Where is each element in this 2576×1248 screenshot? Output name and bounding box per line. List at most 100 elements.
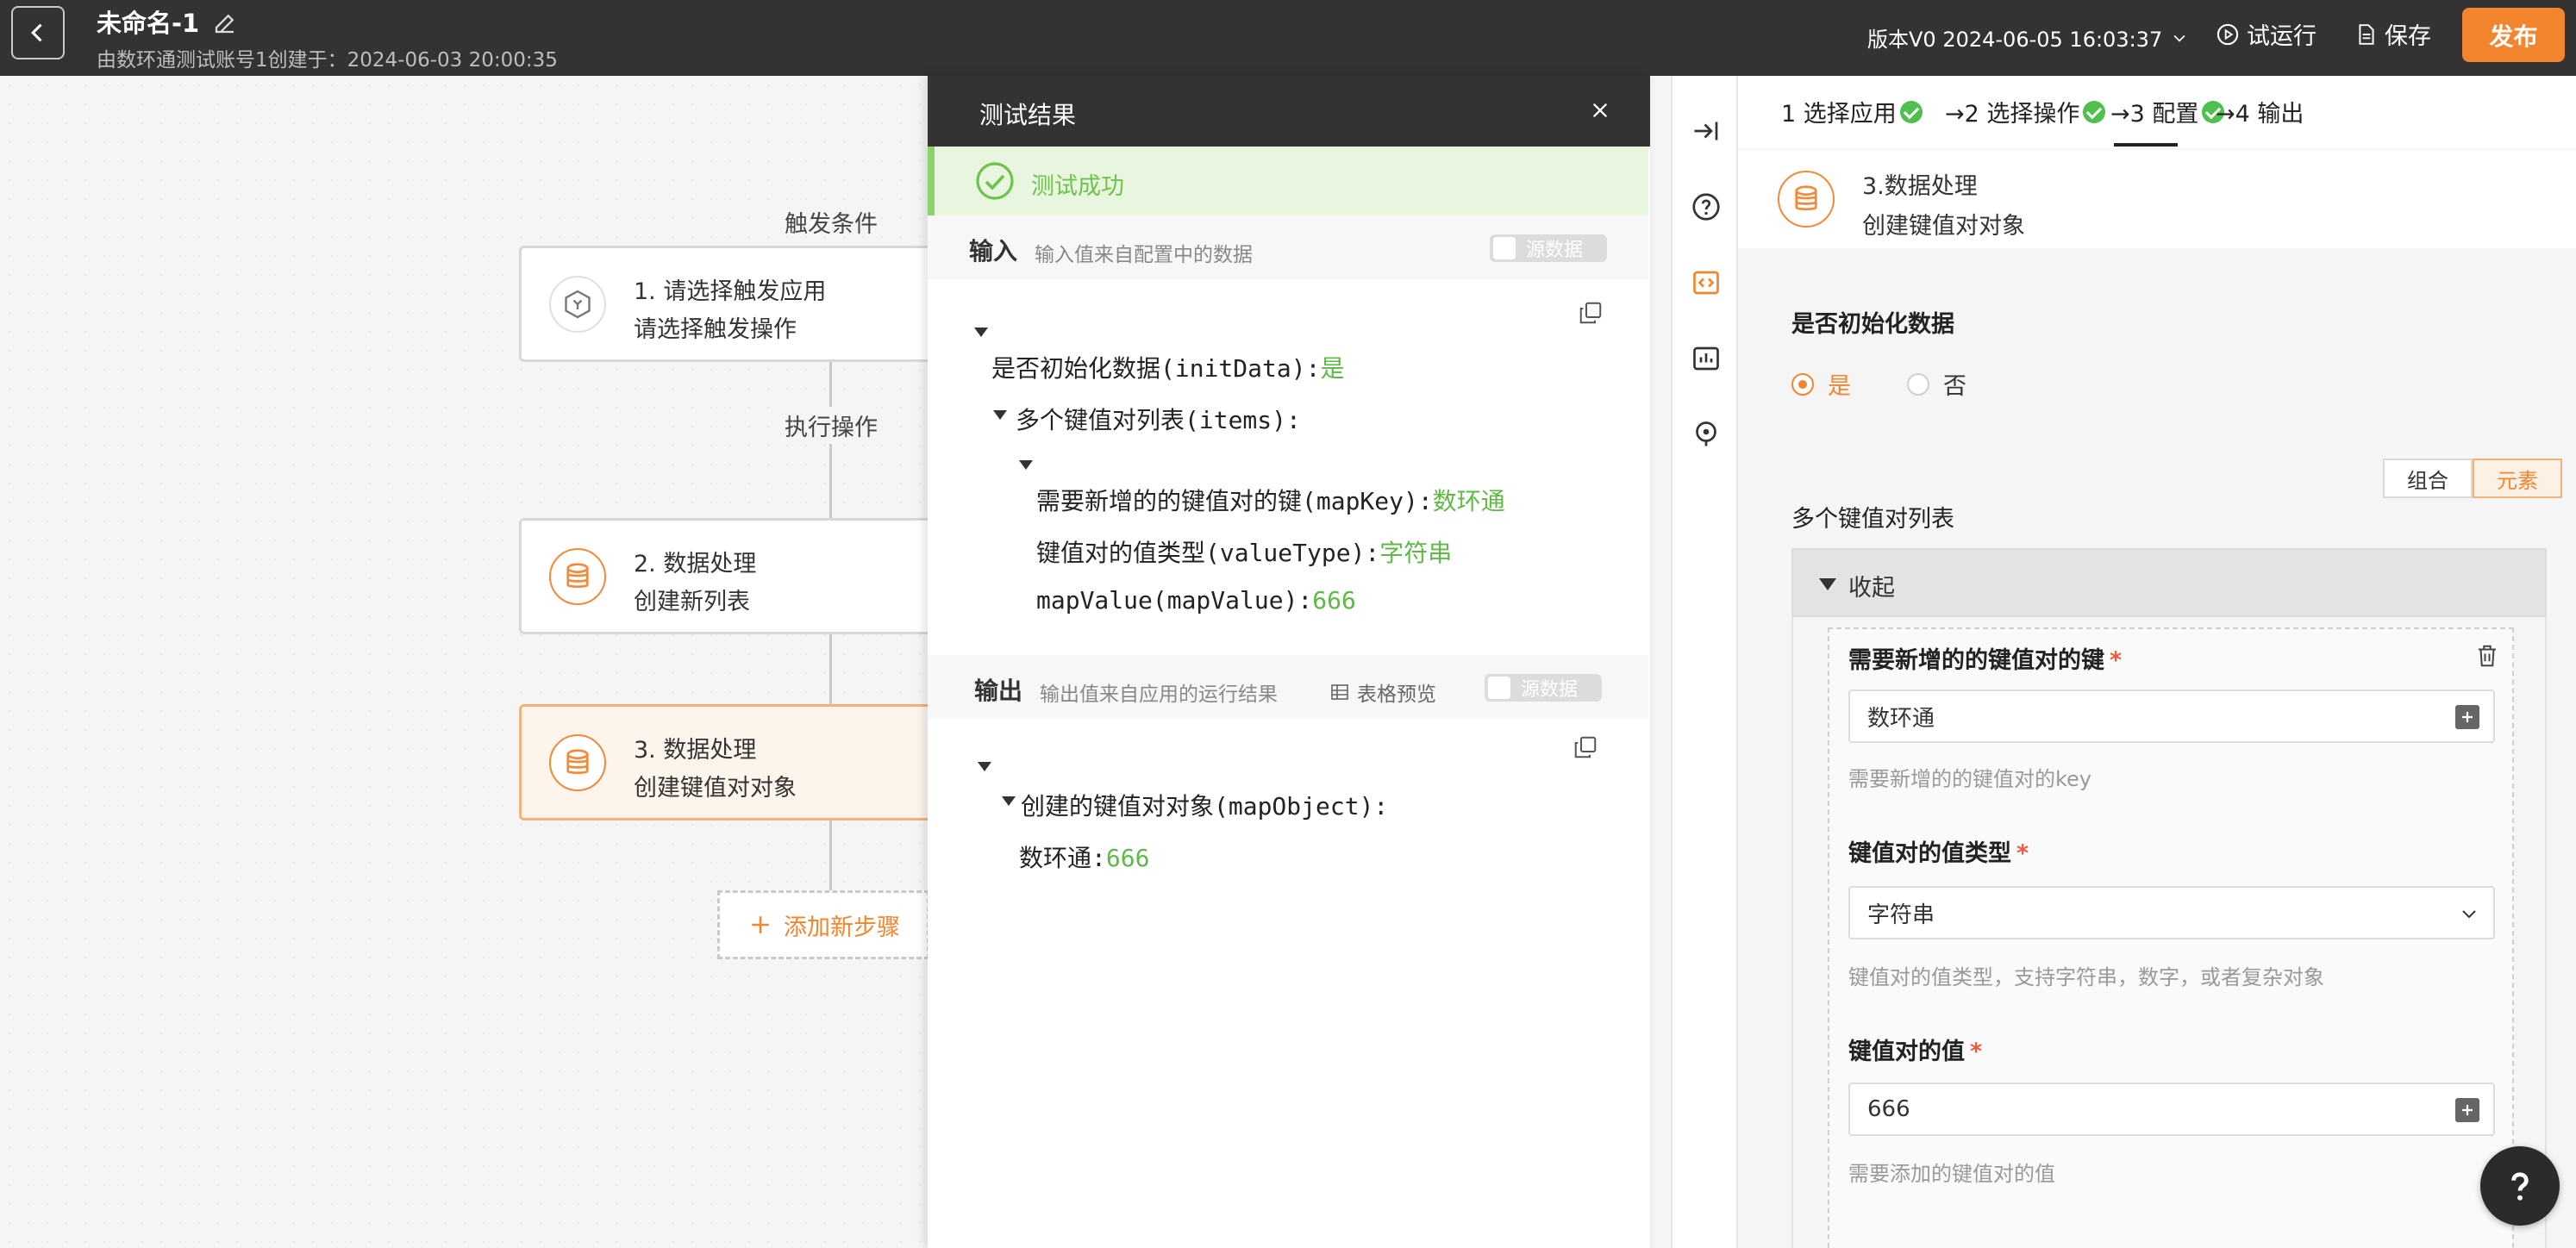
insert-variable-button[interactable]	[2455, 1098, 2479, 1122]
side-icon-strip	[1671, 76, 1738, 1248]
value-input[interactable]: 666	[1848, 1083, 2495, 1136]
tree-caret[interactable]	[1019, 460, 1033, 470]
caret-down-icon	[1819, 578, 1836, 590]
add-step-button[interactable]: 添加新步骤	[717, 890, 929, 959]
tree-key: 数环通:	[1019, 844, 1106, 872]
tab-output[interactable]: →4 输出	[2216, 95, 2304, 128]
node-subtitle: 创建键值对对象	[634, 775, 797, 802]
trial-run-button[interactable]: 试运行	[2216, 17, 2317, 51]
radio-no[interactable]: 否	[1907, 367, 1966, 401]
output-section-header: 输出 输出值来自应用的运行结果 表格预览 源数据	[928, 655, 1648, 719]
help-chat-button[interactable]	[2480, 1146, 2560, 1226]
input-section-header: 输入 输入值来自配置中的数据 源数据	[928, 215, 1648, 279]
type-hint: 键值对的值类型，支持字符串，数字，或者复杂对象	[1848, 965, 2324, 989]
code-button[interactable]	[1687, 264, 1725, 302]
key-input[interactable]: 数环通	[1848, 690, 2495, 743]
flow-node-step-3[interactable]: 3. 数据处理 创建键值对对象	[519, 704, 933, 821]
tab-label: →3 配置	[2110, 101, 2199, 128]
location-button[interactable]	[1687, 415, 1725, 453]
tree-key: 创建的键值对对象(mapObject):	[1021, 792, 1389, 821]
mode-segmented-control: 组合 元素	[2383, 459, 2562, 498]
tab-label: 1 选择应用	[1781, 101, 1897, 128]
tree-caret[interactable]	[1002, 796, 1016, 806]
input-title: 输入	[969, 237, 1018, 265]
key-field-label: 需要新增的的键值对的键 *	[1848, 641, 2122, 675]
tree-value: 666	[1312, 586, 1356, 615]
tree-line-mapobject: 创建的键值对对象(mapObject):	[1021, 788, 1388, 822]
plus-icon	[2462, 712, 2473, 722]
tree-caret[interactable]	[978, 762, 991, 771]
step-tabs: 1 选择应用 →2 选择操作 →3 配置 →4 输出	[1738, 76, 2576, 148]
table-preview-button[interactable]: 表格预览	[1329, 677, 1436, 707]
trigger-app-icon	[549, 276, 606, 333]
plus-icon	[752, 916, 769, 933]
key-hint: 需要新增的的键值对的key	[1848, 767, 2092, 791]
flow-canvas[interactable]: 触发条件 1. 请选择触发应用 请选择触发操作 执行操作 2. 数据处理 创建新…	[0, 76, 933, 1248]
flow-node-step-2[interactable]: 2. 数据处理 创建新列表	[519, 518, 933, 634]
location-pin-icon	[1696, 421, 1716, 446]
step-subtitle: 创建键值对对象	[1862, 213, 2025, 240]
tree-value: 666	[1105, 844, 1150, 872]
back-button[interactable]	[11, 6, 65, 59]
edit-icon[interactable]	[212, 10, 238, 36]
output-source-toggle[interactable]: 源数据	[1485, 674, 1602, 702]
tab-label: →4 输出	[2216, 101, 2304, 128]
publish-button[interactable]: 发布	[2462, 8, 2565, 62]
add-step-label: 添加新步骤	[784, 914, 900, 941]
stats-button[interactable]	[1687, 340, 1725, 378]
tree-key: 多个键值对列表(items):	[1016, 406, 1301, 434]
key-label-text: 需要新增的的键值对的键	[1848, 647, 2104, 674]
tab-select-operation[interactable]: →2 选择操作	[1945, 95, 2106, 128]
question-circle-icon	[1692, 193, 1720, 221]
success-banner: 测试成功	[928, 147, 1648, 215]
plus-icon	[2462, 1105, 2473, 1115]
play-circle-icon	[2216, 23, 2239, 45]
tab-label: →2 选择操作	[1945, 101, 2080, 128]
chevron-down-icon	[2462, 910, 2476, 919]
input-source-toggle[interactable]: 源数据	[1490, 234, 1607, 262]
collapse-panel-button[interactable]	[1687, 112, 1725, 150]
version-select[interactable]: 版本V0 2024-06-05 16:03:37	[1867, 22, 2188, 53]
radio-dot	[1791, 372, 1814, 396]
tab-config[interactable]: →3 配置	[2110, 95, 2225, 128]
node-title: 3. 数据处理	[634, 737, 757, 764]
seg-element[interactable]: 元素	[2473, 459, 2562, 498]
arrow-right-bar-icon	[1694, 122, 1718, 140]
type-field-label: 键值对的值类型 *	[1848, 834, 2029, 868]
action-label: 执行操作	[781, 407, 881, 444]
copy-icon[interactable]	[1578, 300, 1604, 326]
check-circle-icon	[976, 162, 1014, 200]
page-subtitle: 由数环通测试账号1创建于：2024-06-03 20:00:35	[97, 49, 558, 72]
tree-key: mapValue(mapValue):	[1036, 586, 1313, 615]
chevron-down-icon	[2173, 34, 2185, 42]
list-label: 多个键值对列表	[1791, 506, 1954, 533]
radio-yes[interactable]: 是	[1791, 367, 1851, 401]
tree-caret[interactable]	[993, 410, 1007, 420]
flow-node-trigger[interactable]: 1. 请选择触发应用 请选择触发操作	[519, 246, 933, 362]
type-label-text: 键值对的值类型	[1848, 840, 2011, 867]
page-title: 未命名-1	[97, 9, 200, 38]
check-icon	[1899, 100, 1923, 123]
insert-variable-button[interactable]	[2455, 705, 2479, 729]
save-button[interactable]: 保存	[2355, 17, 2431, 51]
database-icon	[1778, 171, 1835, 228]
collapse-toggle[interactable]: 收起	[1791, 548, 2547, 617]
result-title: 测试结果	[979, 101, 1077, 129]
tree-value: 字符串	[1379, 539, 1453, 567]
output-title: 输出	[974, 677, 1023, 705]
value-type-select[interactable]: 字符串	[1848, 886, 2495, 939]
toggle-knob	[1493, 237, 1516, 259]
key-value-list: 需要新增的的键值对的键 * 数环通 需要新增的的键值对的key 键值对的值类型 * …	[1791, 617, 2547, 1248]
tree-caret[interactable]	[974, 328, 988, 337]
copy-icon[interactable]	[1572, 734, 1598, 760]
connector-line	[829, 634, 832, 705]
seg-combine[interactable]: 组合	[2383, 459, 2473, 498]
tab-select-app[interactable]: 1 选择应用	[1781, 95, 1923, 128]
help-button[interactable]	[1687, 188, 1725, 226]
trash-icon[interactable]	[2474, 643, 2500, 669]
close-button[interactable]	[1585, 95, 1616, 126]
top-bar: 未命名-1 由数环通测试账号1创建于：2024-06-03 20:00:35 版…	[0, 0, 2576, 76]
value-type-value: 字符串	[1867, 902, 1935, 928]
value-input-value: 666	[1867, 1096, 1910, 1122]
node-subtitle: 创建新列表	[634, 589, 750, 615]
